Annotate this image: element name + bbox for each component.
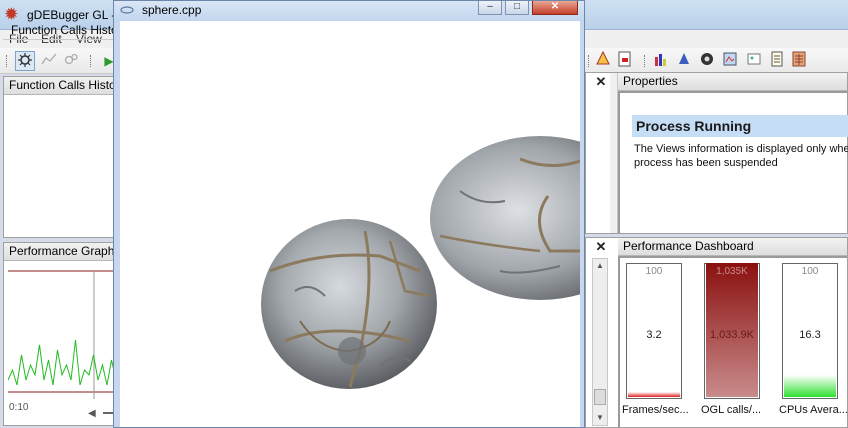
performance-graph-chart	[8, 270, 116, 399]
document-icon[interactable]	[767, 51, 787, 71]
gauge-max: 1,035K	[716, 266, 748, 277]
sphere-window-title: sphere.cpp	[142, 3, 202, 17]
properties-title: Process Running	[632, 115, 848, 137]
minimize-button[interactable]: –	[478, 1, 502, 15]
report-icon[interactable]	[615, 51, 635, 71]
close-icon[interactable]: ✕	[593, 239, 609, 255]
gauge-label: OGL calls/...	[701, 404, 762, 416]
application-icon	[120, 4, 134, 16]
toolbar-grip-4[interactable]	[644, 55, 646, 67]
warning-icon[interactable]	[593, 50, 613, 71]
statistics-icon[interactable]	[652, 51, 672, 71]
gauge-max: 100	[801, 266, 819, 277]
toolbar-grip-2[interactable]	[90, 55, 92, 67]
profile-mode-icon[interactable]	[39, 51, 59, 71]
performance-dashboard-header: Performance Dashboard	[618, 238, 847, 256]
frames-per-second-gauge: 100 3.2	[626, 263, 682, 399]
gauge-max: 100	[645, 266, 663, 277]
dashboard-scrollbar[interactable]: ▲ ▼	[592, 258, 608, 426]
function-calls-history-tab[interactable]: Function Calls History	[3, 20, 118, 40]
sphere-window[interactable]: sphere.cpp – □ ✕	[113, 0, 585, 428]
function-calls-history-header: Function Calls History	[4, 77, 117, 95]
scroll-down-icon[interactable]: ▼	[594, 411, 606, 425]
image-icon[interactable]	[744, 51, 764, 71]
textures-icon[interactable]	[720, 51, 740, 71]
gauge-label: Frames/sec...	[622, 404, 689, 416]
gauge-label: CPUs Avera...	[779, 404, 848, 416]
gauge-value: 16.3	[799, 329, 821, 341]
gears-icon[interactable]	[61, 51, 81, 71]
scroll-up-icon[interactable]: ▲	[594, 259, 606, 273]
gauge-value: 1,033.9K	[709, 329, 755, 341]
sphere-small	[261, 219, 437, 389]
properties-header: Properties	[618, 73, 847, 91]
function-calls-history-pane: Function Calls History	[3, 76, 118, 238]
properties-scrollbar[interactable]	[610, 73, 618, 233]
calculator-icon[interactable]	[789, 51, 809, 71]
performance-graph-header: Performance Graph	[4, 243, 117, 261]
properties-content: Process Running The Views information is…	[618, 91, 848, 233]
graph-time-label: 0:10	[9, 402, 29, 413]
sphere-large	[430, 136, 580, 300]
properties-text-line2: process has been suspended	[634, 157, 778, 169]
gauge-fill	[784, 375, 836, 397]
opengl-render-canvas[interactable]	[120, 21, 580, 427]
maximize-button[interactable]: □	[505, 1, 529, 15]
gauge-value: 3.2	[646, 329, 662, 341]
desktop: ✹ gDEBugger GL - File Edit View ▶ Functi…	[0, 0, 848, 428]
rendered-spheres-image	[261, 136, 580, 389]
cpu-average-gauge: 100 16.3	[782, 263, 838, 399]
close-button[interactable]: ✕	[532, 1, 578, 15]
speaker-icon[interactable]: ◀	[88, 408, 96, 419]
ogl-calls-gauge: 1,035K 1,033.9K	[704, 263, 760, 399]
toolbar-grip-3[interactable]	[588, 55, 590, 67]
shader-icon[interactable]	[674, 51, 694, 71]
close-icon[interactable]: ✕	[593, 74, 609, 90]
toolbar-grip[interactable]	[6, 55, 8, 67]
properties-pane: ✕ Properties Process Running The Views i…	[585, 72, 848, 234]
scroll-thumb[interactable]	[594, 389, 606, 405]
memory-icon[interactable]	[697, 51, 717, 71]
graph-series-line	[8, 339, 116, 386]
gauge-fill	[628, 392, 680, 397]
debug-mode-icon[interactable]	[15, 51, 35, 71]
properties-text-line1: The Views information is displayed only …	[634, 143, 848, 155]
sphere-window-title-bar[interactable]: sphere.cpp – □ ✕	[114, 1, 584, 21]
